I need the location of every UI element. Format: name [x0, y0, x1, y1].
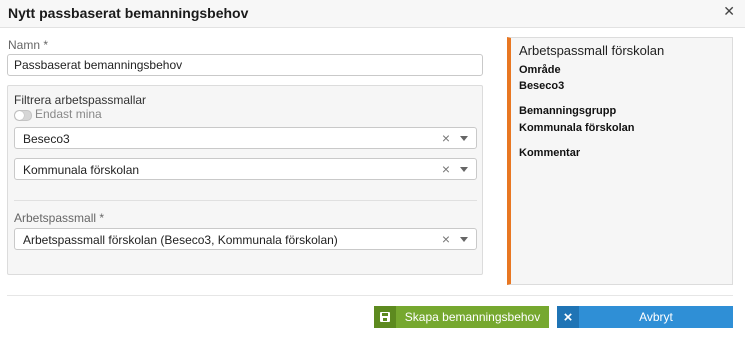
create-button-label: Skapa bemanningsbehov [404, 310, 541, 324]
group-label: Bemanningsgrupp [519, 105, 617, 117]
only-mine-toggle[interactable] [14, 110, 32, 121]
create-button[interactable]: Skapa bemanningsbehov [374, 306, 549, 328]
chevron-down-icon[interactable] [460, 136, 468, 141]
comment-label: Kommentar [519, 147, 581, 159]
area-label: Område [519, 64, 561, 76]
group-select-value: Kommunala förskolan [23, 163, 140, 177]
divider [14, 200, 477, 201]
template-select[interactable]: Arbetspassmall förskolan (Beseco3, Kommu… [14, 228, 477, 250]
close-icon[interactable]: ✕ [723, 3, 735, 20]
area-select-value: Beseco3 [23, 132, 70, 146]
dialog-header: Nytt passbaserat bemanningsbehov ✕ [0, 0, 745, 28]
clear-icon[interactable]: × [442, 161, 450, 177]
clear-icon[interactable]: × [442, 231, 450, 247]
dialog-title: Nytt passbaserat bemanningsbehov [8, 5, 249, 21]
info-title: Arbetspassmall förskolan [519, 43, 665, 58]
filter-panel: Filtrera arbetspassmallar Endast mina Be… [7, 85, 483, 275]
clear-icon[interactable]: × [442, 130, 450, 146]
area-value: Beseco3 [519, 80, 565, 92]
save-icon [374, 306, 396, 328]
name-field[interactable]: Passbaserat bemanningsbehov [7, 54, 483, 76]
group-value: Kommunala förskolan [519, 122, 635, 134]
name-label: Namn * [8, 38, 49, 52]
template-select-value: Arbetspassmall förskolan (Beseco3, Kommu… [23, 233, 338, 247]
chevron-down-icon[interactable] [460, 167, 468, 172]
footer-divider [7, 295, 733, 296]
template-label: Arbetspassmall * [14, 211, 105, 225]
area-select[interactable]: Beseco3 × [14, 127, 477, 149]
template-info-panel: Arbetspassmall förskolan Område Beseco3 … [507, 37, 733, 285]
cancel-button[interactable]: × Avbryt [557, 306, 733, 328]
only-mine-label: Endast mina [35, 107, 102, 121]
cancel-button-label: Avbryt [639, 310, 673, 324]
close-icon: × [557, 306, 579, 328]
group-select[interactable]: Kommunala förskolan × [14, 158, 477, 180]
filter-title: Filtrera arbetspassmallar [14, 93, 147, 107]
chevron-down-icon[interactable] [460, 237, 468, 242]
